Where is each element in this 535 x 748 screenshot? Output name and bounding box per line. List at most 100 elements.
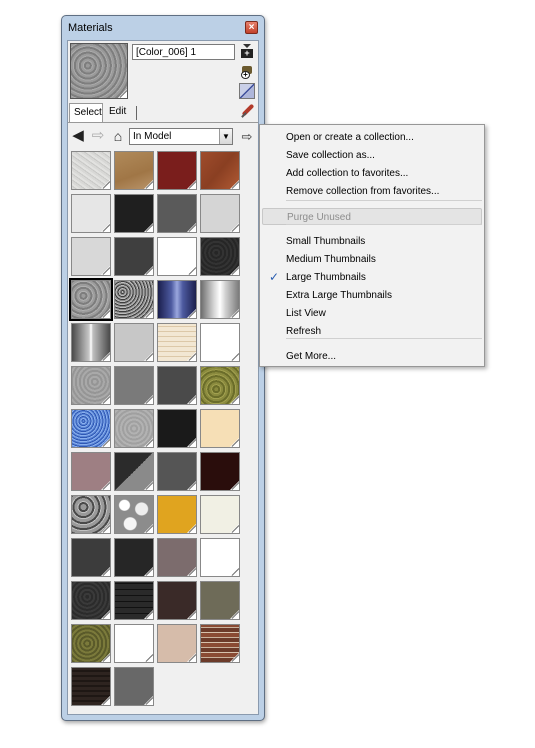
chevron-down-icon[interactable]: ▼	[219, 129, 232, 144]
swatch-toggle-button[interactable]	[239, 83, 255, 99]
material-swatch[interactable]	[157, 323, 197, 362]
forward-arrow-icon[interactable]: ⇨	[90, 128, 106, 144]
material-swatch[interactable]	[200, 280, 240, 319]
material-swatch[interactable]	[157, 366, 197, 405]
plus-icon: +	[241, 71, 250, 79]
material-swatch[interactable]	[200, 323, 240, 362]
menu-item[interactable]: Extra Large Thumbnails	[260, 287, 484, 304]
sample-paint-button[interactable]	[239, 103, 255, 119]
tab-divider	[136, 106, 137, 120]
corner-fold-icon	[101, 223, 110, 232]
material-swatch[interactable]	[114, 366, 154, 405]
corner-fold-icon	[101, 481, 110, 490]
corner-fold-icon	[187, 180, 196, 189]
material-swatch[interactable]	[71, 409, 111, 448]
material-swatch[interactable]	[157, 280, 197, 319]
material-swatch[interactable]	[200, 452, 240, 491]
menu-item[interactable]: Open or create a collection...	[260, 129, 484, 146]
material-swatch[interactable]	[114, 323, 154, 362]
corner-fold-icon	[230, 223, 239, 232]
menu-item[interactable]: List View	[260, 305, 484, 322]
material-swatch[interactable]	[71, 366, 111, 405]
material-swatch[interactable]	[71, 194, 111, 233]
material-swatch[interactable]	[114, 237, 154, 276]
material-swatch[interactable]	[157, 581, 197, 620]
corner-fold-icon	[101, 395, 110, 404]
material-swatch[interactable]	[157, 538, 197, 577]
back-arrow-icon[interactable]: ◀	[70, 128, 86, 144]
corner-fold-icon	[230, 610, 239, 619]
corner-fold-icon	[187, 395, 196, 404]
material-swatch[interactable]	[157, 151, 197, 190]
menu-item-label: Add collection to favorites...	[286, 168, 409, 179]
material-grid	[69, 151, 251, 706]
material-swatch[interactable]	[114, 280, 154, 319]
menu-item[interactable]: Medium Thumbnails	[260, 251, 484, 268]
corner-fold-icon	[101, 696, 110, 705]
material-swatch[interactable]	[71, 323, 111, 362]
material-swatch[interactable]	[71, 452, 111, 491]
material-swatch[interactable]	[114, 495, 154, 534]
material-swatch[interactable]	[200, 495, 240, 534]
material-swatch[interactable]	[200, 366, 240, 405]
material-swatch[interactable]	[200, 237, 240, 276]
menu-item-label: Medium Thumbnails	[286, 254, 376, 265]
material-swatch[interactable]	[157, 237, 197, 276]
corner-fold-icon	[187, 524, 196, 533]
menu-item[interactable]: Save collection as...	[260, 147, 484, 164]
material-swatch[interactable]	[200, 194, 240, 233]
create-material-icon: +	[241, 49, 253, 58]
material-swatch[interactable]	[157, 495, 197, 534]
material-swatch[interactable]	[114, 624, 154, 663]
corner-fold-icon	[187, 309, 196, 318]
material-swatch[interactable]	[71, 495, 111, 534]
menu-item[interactable]: Get More...	[260, 348, 484, 365]
collection-select[interactable]: In Model ▼	[129, 128, 233, 145]
material-swatch[interactable]	[114, 409, 154, 448]
tab-edit[interactable]: Edit	[105, 103, 137, 122]
material-swatch[interactable]	[157, 452, 197, 491]
material-swatch[interactable]	[114, 194, 154, 233]
material-swatch[interactable]	[157, 409, 197, 448]
tab-select[interactable]: Select	[69, 103, 103, 122]
material-swatch[interactable]	[114, 452, 154, 491]
tab-underline	[68, 122, 258, 123]
corner-fold-icon	[230, 567, 239, 576]
material-swatch[interactable]	[157, 194, 197, 233]
home-icon[interactable]: ⌂	[110, 128, 126, 144]
material-name-field[interactable]	[132, 44, 235, 60]
material-swatch[interactable]	[114, 581, 154, 620]
default-paint-button[interactable]: +	[240, 65, 254, 79]
material-swatch[interactable]	[114, 667, 154, 706]
material-swatch[interactable]	[157, 624, 197, 663]
close-button[interactable]: ×	[245, 21, 258, 34]
material-swatch[interactable]	[200, 409, 240, 448]
material-swatch[interactable]	[71, 538, 111, 577]
menu-item[interactable]: Large Thumbnails ✓	[260, 269, 484, 286]
details-arrow-icon[interactable]: ⇨	[239, 128, 255, 146]
material-swatch[interactable]	[200, 624, 240, 663]
material-swatch[interactable]	[71, 151, 111, 190]
material-swatch[interactable]	[71, 581, 111, 620]
corner-fold-icon	[230, 395, 239, 404]
menu-separator	[286, 200, 482, 201]
menu-item[interactable]: Add collection to favorites...	[260, 165, 484, 182]
material-swatch[interactable]	[71, 237, 111, 276]
menu-item[interactable]: Remove collection from favorites...	[260, 183, 484, 200]
create-material-button[interactable]: +	[240, 44, 254, 58]
material-swatch[interactable]	[69, 278, 113, 321]
navigation-row: ◀ ⇨ ⌂ In Model ▼ ⇨	[68, 126, 258, 148]
material-swatch[interactable]	[114, 151, 154, 190]
menu-item-label: Purge Unused	[287, 212, 351, 223]
material-swatch[interactable]	[200, 538, 240, 577]
corner-fold-icon	[144, 309, 153, 318]
material-swatch[interactable]	[71, 624, 111, 663]
material-swatch[interactable]	[71, 667, 111, 706]
corner-fold-icon	[230, 438, 239, 447]
material-swatch[interactable]	[200, 581, 240, 620]
menu-item[interactable]: Small Thumbnails	[260, 233, 484, 250]
panel-body: + + Select Edit ◀ ⇨ ⌂ In Model ▼ ⇨	[67, 40, 259, 715]
material-swatch[interactable]	[114, 538, 154, 577]
material-swatch[interactable]	[200, 151, 240, 190]
corner-fold-icon	[144, 696, 153, 705]
